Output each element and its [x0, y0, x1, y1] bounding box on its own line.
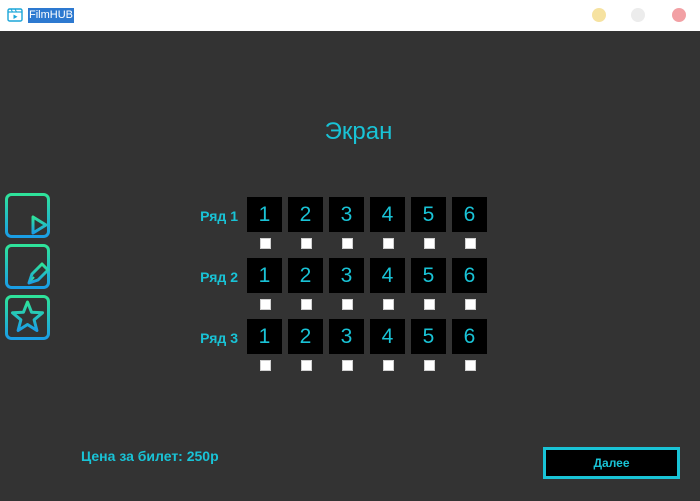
- film-play-icon: [5, 193, 50, 238]
- nav-now-showing-button[interactable]: [5, 193, 50, 238]
- seat-button[interactable]: 6: [452, 258, 487, 293]
- seat-button[interactable]: 5: [411, 197, 446, 232]
- star-icon: [5, 295, 50, 340]
- seat-checkbox[interactable]: [260, 299, 271, 310]
- seat-button[interactable]: 6: [452, 197, 487, 232]
- seat-checkbox[interactable]: [465, 238, 476, 249]
- seat-button[interactable]: 4: [370, 258, 405, 293]
- row-label: Ряд 1: [200, 208, 238, 224]
- seat-checkbox[interactable]: [342, 360, 353, 371]
- seat-button[interactable]: 5: [411, 319, 446, 354]
- seat-checkbox[interactable]: [301, 238, 312, 249]
- next-button[interactable]: Далее: [543, 447, 680, 479]
- seat-checkbox[interactable]: [342, 299, 353, 310]
- row-label: Ряд 3: [200, 330, 238, 346]
- close-button[interactable]: [672, 8, 686, 22]
- seat-button[interactable]: 2: [288, 197, 323, 232]
- seat-checkbox[interactable]: [424, 238, 435, 249]
- seat-button[interactable]: 3: [329, 319, 364, 354]
- film-app-icon: [7, 7, 23, 23]
- seat-checkbox[interactable]: [260, 238, 271, 249]
- seat-checkbox[interactable]: [260, 360, 271, 371]
- seat-button[interactable]: 2: [288, 258, 323, 293]
- ticket-price: Цена за билет: 250р: [81, 448, 219, 464]
- seat-checkbox[interactable]: [424, 299, 435, 310]
- seat-button[interactable]: 4: [370, 197, 405, 232]
- seat-checkbox[interactable]: [465, 299, 476, 310]
- minimize-button[interactable]: [592, 8, 606, 22]
- seat-button[interactable]: 1: [247, 197, 282, 232]
- seat-checkbox[interactable]: [465, 360, 476, 371]
- seat-checkbox[interactable]: [301, 360, 312, 371]
- app-window: FilmHUB Экран Ряд 1 1 2 3 4 5 6 Ряд 2 1 …: [0, 0, 700, 501]
- seat-button[interactable]: 3: [329, 197, 364, 232]
- seat-button[interactable]: 5: [411, 258, 446, 293]
- seat-button[interactable]: 3: [329, 258, 364, 293]
- film-edit-icon: [5, 244, 50, 289]
- seat-button[interactable]: 6: [452, 319, 487, 354]
- seat-button[interactable]: 2: [288, 319, 323, 354]
- nav-edit-button[interactable]: [5, 244, 50, 289]
- seat-button[interactable]: 4: [370, 319, 405, 354]
- title-bar: FilmHUB: [0, 0, 700, 31]
- nav-favorites-button[interactable]: [5, 295, 50, 340]
- screen-label: Экран: [324, 118, 393, 145]
- seat-button[interactable]: 1: [247, 319, 282, 354]
- window-title: FilmHUB: [28, 8, 74, 23]
- seat-checkbox[interactable]: [342, 238, 353, 249]
- seat-button[interactable]: 1: [247, 258, 282, 293]
- row-label: Ряд 2: [200, 269, 238, 285]
- maximize-button[interactable]: [631, 8, 645, 22]
- seat-checkbox[interactable]: [424, 360, 435, 371]
- seat-checkbox[interactable]: [383, 238, 394, 249]
- seat-checkbox[interactable]: [301, 299, 312, 310]
- seat-checkbox[interactable]: [383, 299, 394, 310]
- seat-checkbox[interactable]: [383, 360, 394, 371]
